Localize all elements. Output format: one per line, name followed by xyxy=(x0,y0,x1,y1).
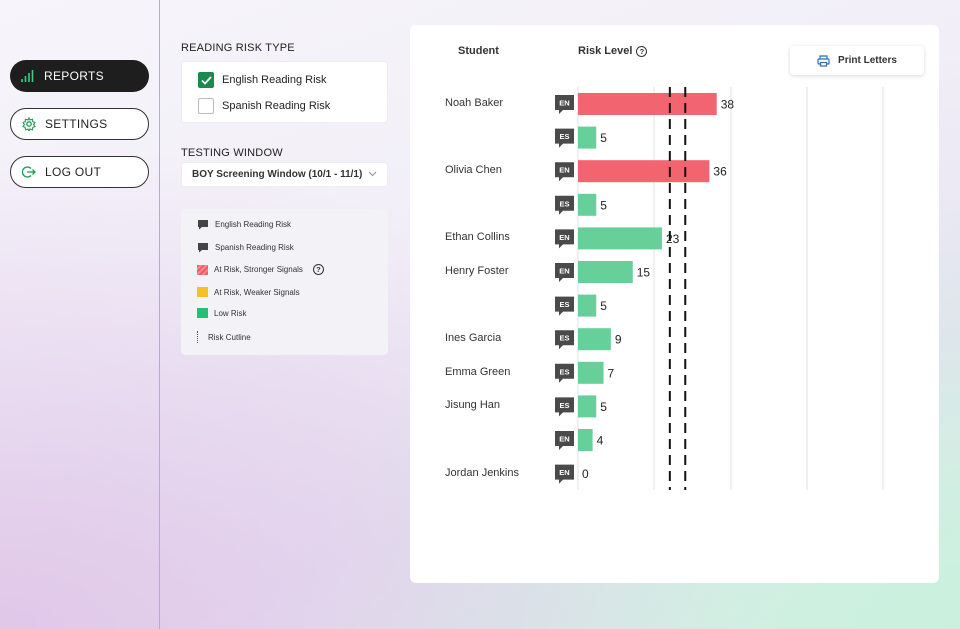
risk-bar xyxy=(578,294,597,317)
legend-cutline-label: Risk Cutline xyxy=(208,332,251,342)
legend-at-risk-strong: At Risk, Stronger Signals ? xyxy=(197,264,324,275)
red-swatch xyxy=(197,264,208,275)
badge-label: ES xyxy=(559,300,569,309)
risk-type-card: English Reading Risk Spanish Reading Ris… xyxy=(181,61,388,123)
badge-label: EN xyxy=(559,468,569,477)
bar-value-label: 23 xyxy=(666,232,680,246)
settings-label: SETTINGS xyxy=(45,117,108,131)
badge-label: EN xyxy=(559,99,569,108)
badge-label: ES xyxy=(559,334,569,343)
logout-nav-button[interactable]: LOG OUT xyxy=(10,156,149,188)
badge-label: ES xyxy=(559,199,569,208)
speech-bubble-icon xyxy=(198,243,208,253)
legend-spanish: Spanish Reading Risk xyxy=(197,242,294,253)
risk-bar xyxy=(578,328,611,351)
badge-label: EN xyxy=(559,166,569,175)
logout-icon xyxy=(21,164,37,180)
english-risk-checkbox[interactable] xyxy=(198,72,214,88)
risk-bar xyxy=(578,160,710,183)
risk-bar xyxy=(578,193,597,216)
bar-value-label: 7 xyxy=(608,366,615,380)
testing-window-select[interactable]: BOY Screening Window (10/1 - 11/1) xyxy=(181,162,388,187)
legend-at-risk-weak-label: At Risk, Weaker Signals xyxy=(214,287,300,297)
badge-label: EN xyxy=(559,267,569,276)
legend-panel: English Reading Risk Spanish Reading Ris… xyxy=(181,209,388,355)
bar-value-label: 5 xyxy=(600,198,607,212)
speech-bubble-icon xyxy=(198,220,208,230)
legend-english-label: English Reading Risk xyxy=(215,220,292,229)
risk-bar xyxy=(578,126,597,149)
risk-bar xyxy=(578,429,593,451)
bar-value-label: 4 xyxy=(597,434,604,448)
legend-spanish-label: Spanish Reading Risk xyxy=(215,243,294,252)
risk-bar xyxy=(578,227,662,250)
green-swatch xyxy=(197,308,208,318)
bar-value-label: 36 xyxy=(713,165,727,179)
badge-label: ES xyxy=(559,401,569,410)
badge-label: ES xyxy=(559,367,569,376)
settings-nav-button[interactable]: SETTINGS xyxy=(10,108,149,140)
badge-label: EN xyxy=(559,435,569,444)
risk-bar-chart: 38 EN 5 ES 36 EN 5 ES 23 EN 15 EN 5 ES 9 ES 7 ES 5 ES 4 EN 0 EN xyxy=(555,87,884,490)
risk-bar xyxy=(578,395,597,418)
chevron-down-icon xyxy=(368,169,377,180)
bar-chart-icon xyxy=(20,68,36,84)
bar-value-label: 5 xyxy=(600,131,607,145)
reports-label: REPORTS xyxy=(44,69,104,83)
bar-value-label: 5 xyxy=(600,299,607,313)
spanish-risk-checkbox-row[interactable]: Spanish Reading Risk xyxy=(198,98,330,114)
spanish-risk-checkbox[interactable] xyxy=(198,98,214,114)
bar-value-label: 15 xyxy=(637,266,651,280)
reports-nav-button[interactable]: REPORTS xyxy=(10,60,149,92)
badge-label: EN xyxy=(559,233,569,242)
legend-at-risk-weak: At Risk, Weaker Signals xyxy=(197,287,300,297)
yellow-swatch xyxy=(197,287,208,297)
risk-bar xyxy=(578,261,633,283)
help-icon[interactable]: ? xyxy=(312,264,324,275)
checkmark-icon xyxy=(200,75,212,85)
logout-label: LOG OUT xyxy=(45,165,102,179)
legend-low-risk-label: Low Risk xyxy=(214,308,247,318)
bar-value-label: 0 xyxy=(582,467,589,481)
bar-value-label: 38 xyxy=(721,98,735,112)
english-risk-label: English Reading Risk xyxy=(222,74,327,86)
legend-english: English Reading Risk xyxy=(197,219,291,230)
risk-report-card: Student Risk Level ? Print Letters Noah … xyxy=(410,25,939,583)
spanish-risk-label: Spanish Reading Risk xyxy=(222,100,331,112)
risk-bar xyxy=(578,93,717,115)
testing-window-value: BOY Screening Window (10/1 - 11/1) xyxy=(192,169,363,180)
bar-value-label: 9 xyxy=(615,333,622,347)
risk-bar xyxy=(578,361,604,384)
risk-type-title: READING RISK TYPE xyxy=(181,42,295,54)
english-risk-checkbox-row[interactable]: English Reading Risk xyxy=(198,72,327,88)
legend-low-risk: Low Risk xyxy=(197,308,246,318)
badge-label: ES xyxy=(559,132,569,141)
legend-cutline: Risk Cutline xyxy=(197,331,251,343)
legend-at-risk-strong-label: At Risk, Stronger Signals xyxy=(214,265,303,274)
sidebar: REPORTS SETTINGS LOG OUT xyxy=(0,0,160,629)
bar-value-label: 5 xyxy=(600,400,607,414)
gear-icon xyxy=(21,116,37,132)
cutline-icon xyxy=(197,331,198,343)
testing-window-title: TESTING WINDOW xyxy=(181,147,283,159)
